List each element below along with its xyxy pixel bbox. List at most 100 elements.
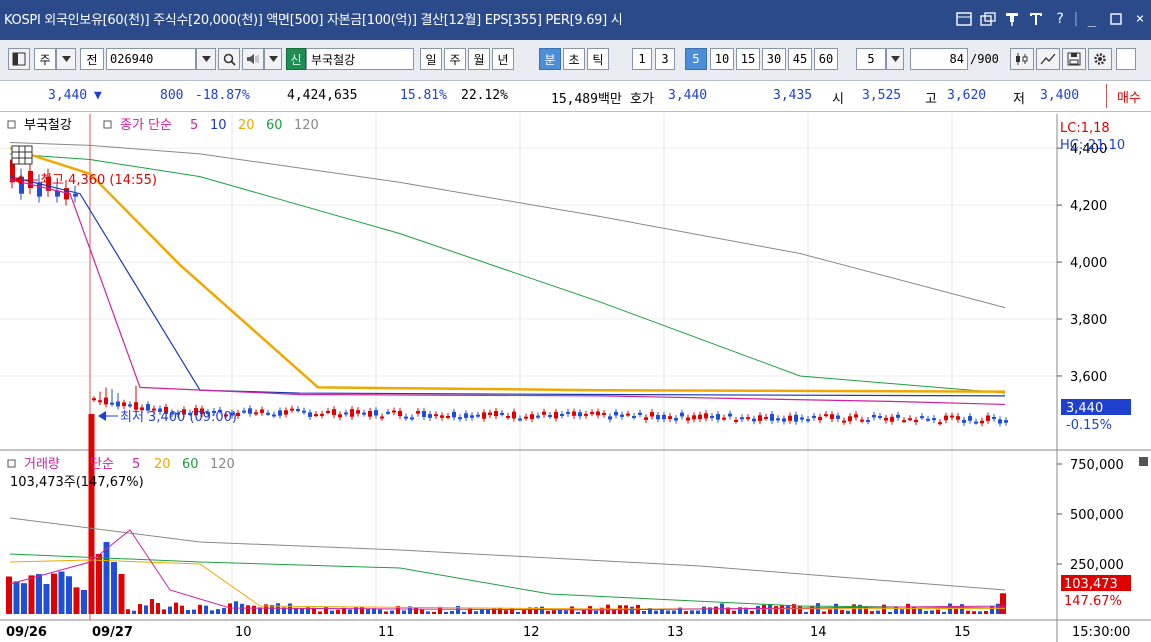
period-second[interactable]: 초: [563, 48, 585, 70]
candle: [632, 416, 636, 419]
interval-1[interactable]: 1: [632, 48, 652, 70]
interval-select[interactable]: 5: [856, 48, 886, 70]
candle: [242, 410, 246, 413]
gear-icon[interactable]: [1088, 48, 1112, 70]
candle: [758, 415, 762, 422]
candle: [818, 416, 822, 421]
line-tool-icon[interactable]: [1036, 48, 1060, 70]
stock-name-field[interactable]: 부국철강: [306, 48, 414, 70]
period-month[interactable]: 월: [468, 48, 490, 70]
change-amount: 800: [160, 88, 184, 103]
volume-bar: [576, 611, 580, 614]
candle: [890, 416, 894, 422]
period-tick[interactable]: 틱: [587, 48, 609, 70]
candle: [668, 416, 672, 419]
ma-legend-120: 120: [294, 118, 319, 133]
chart-area[interactable]: 4,4004,2004,0003,8003,600 750,000500,000…: [0, 114, 1151, 642]
volume: 4,424,635: [287, 88, 358, 103]
candle: [98, 400, 102, 403]
minimize-icon[interactable]: _: [1081, 8, 1103, 30]
mode-button[interactable]: 주: [34, 48, 56, 70]
volume-bar: [936, 609, 940, 614]
mode-dropdown-icon[interactable]: [56, 48, 76, 70]
candle: [566, 411, 570, 414]
interval-dropdown-icon[interactable]: [886, 48, 904, 70]
price-legend-name: 부국철강: [24, 118, 72, 133]
candle: [734, 419, 738, 422]
volume-bar: [180, 605, 184, 614]
panel-close-icon[interactable]: [1139, 457, 1148, 466]
candle: [254, 412, 258, 415]
price-tick-label: 3,800: [1070, 313, 1107, 328]
candle: [518, 418, 522, 421]
interval-30[interactable]: 30: [762, 48, 786, 70]
volume-bar: [462, 611, 466, 614]
volume-bar: [156, 602, 160, 614]
code-dropdown-icon[interactable]: [196, 48, 216, 70]
text-icon[interactable]: [1025, 8, 1047, 30]
candle-icon[interactable]: [1010, 48, 1034, 70]
volume-legend-60: 60: [182, 457, 199, 472]
candle: [260, 409, 264, 413]
candle: [542, 411, 546, 415]
candle: [380, 416, 384, 419]
candle: [500, 412, 504, 415]
popup-icon[interactable]: [977, 8, 999, 30]
period-week[interactable]: 주: [444, 48, 466, 70]
interval-60[interactable]: 60: [814, 48, 838, 70]
buy-button[interactable]: 매수: [1106, 84, 1151, 108]
candle: [764, 416, 768, 419]
svg-text:최저 3,400 (09:00): 최저 3,400 (09:00): [120, 410, 237, 425]
pin-icon[interactable]: [1001, 8, 1023, 30]
close-icon[interactable]: ×: [1129, 8, 1151, 30]
search-icon[interactable]: [218, 48, 240, 70]
interval-45[interactable]: 45: [788, 48, 812, 70]
maximize-icon[interactable]: [1105, 8, 1127, 30]
option-checkbox[interactable]: [1116, 48, 1136, 70]
interval-15[interactable]: 15: [736, 48, 760, 70]
layout-icon[interactable]: [8, 48, 30, 70]
candle: [848, 416, 852, 422]
volume-bar: [132, 610, 136, 614]
period-year[interactable]: 년: [492, 48, 514, 70]
window-icon[interactable]: [953, 8, 975, 30]
low-label: 저: [1013, 92, 1025, 107]
volume-bar: [750, 610, 754, 614]
save-icon[interactable]: [1062, 48, 1086, 70]
candle: [476, 414, 480, 417]
interval-10[interactable]: 10: [710, 48, 734, 70]
volume-bar: [510, 608, 514, 614]
volume-bar: [672, 610, 676, 614]
count-input[interactable]: 84: [910, 48, 968, 70]
period-minute[interactable]: 분: [539, 48, 561, 70]
candle: [314, 414, 318, 417]
volume-bar: [111, 562, 117, 614]
help-icon[interactable]: ?: [1049, 8, 1071, 30]
candle: [602, 412, 606, 415]
svg-text:최고 4,360 (14:55): 최고 4,360 (14:55): [40, 173, 157, 188]
candle: [290, 408, 294, 411]
code-input[interactable]: 026940: [106, 48, 196, 70]
volume-bar: [666, 610, 670, 614]
interval-5[interactable]: 5: [685, 48, 707, 70]
candle: [488, 412, 492, 416]
table-icon: [11, 145, 33, 165]
volume-bar: [690, 610, 694, 614]
volume-bar: [402, 610, 406, 614]
interval-3[interactable]: 3: [655, 48, 675, 70]
prev-button[interactable]: 전: [80, 48, 104, 70]
candle: [398, 410, 402, 417]
speaker-dropdown-icon[interactable]: [264, 48, 282, 70]
shin-badge: 신: [286, 48, 306, 70]
candle: [92, 398, 96, 401]
candle: [104, 397, 108, 405]
period-day[interactable]: 일: [420, 48, 442, 70]
bid-price: 3,435: [773, 88, 813, 103]
volume-bar: [186, 609, 190, 614]
volume-bar: [756, 606, 760, 614]
title-separator: |: [1071, 11, 1081, 27]
open-label: 시: [832, 92, 844, 107]
speaker-icon[interactable]: [242, 48, 264, 70]
volume-bar: [348, 609, 352, 614]
volume-bar: [888, 611, 892, 614]
